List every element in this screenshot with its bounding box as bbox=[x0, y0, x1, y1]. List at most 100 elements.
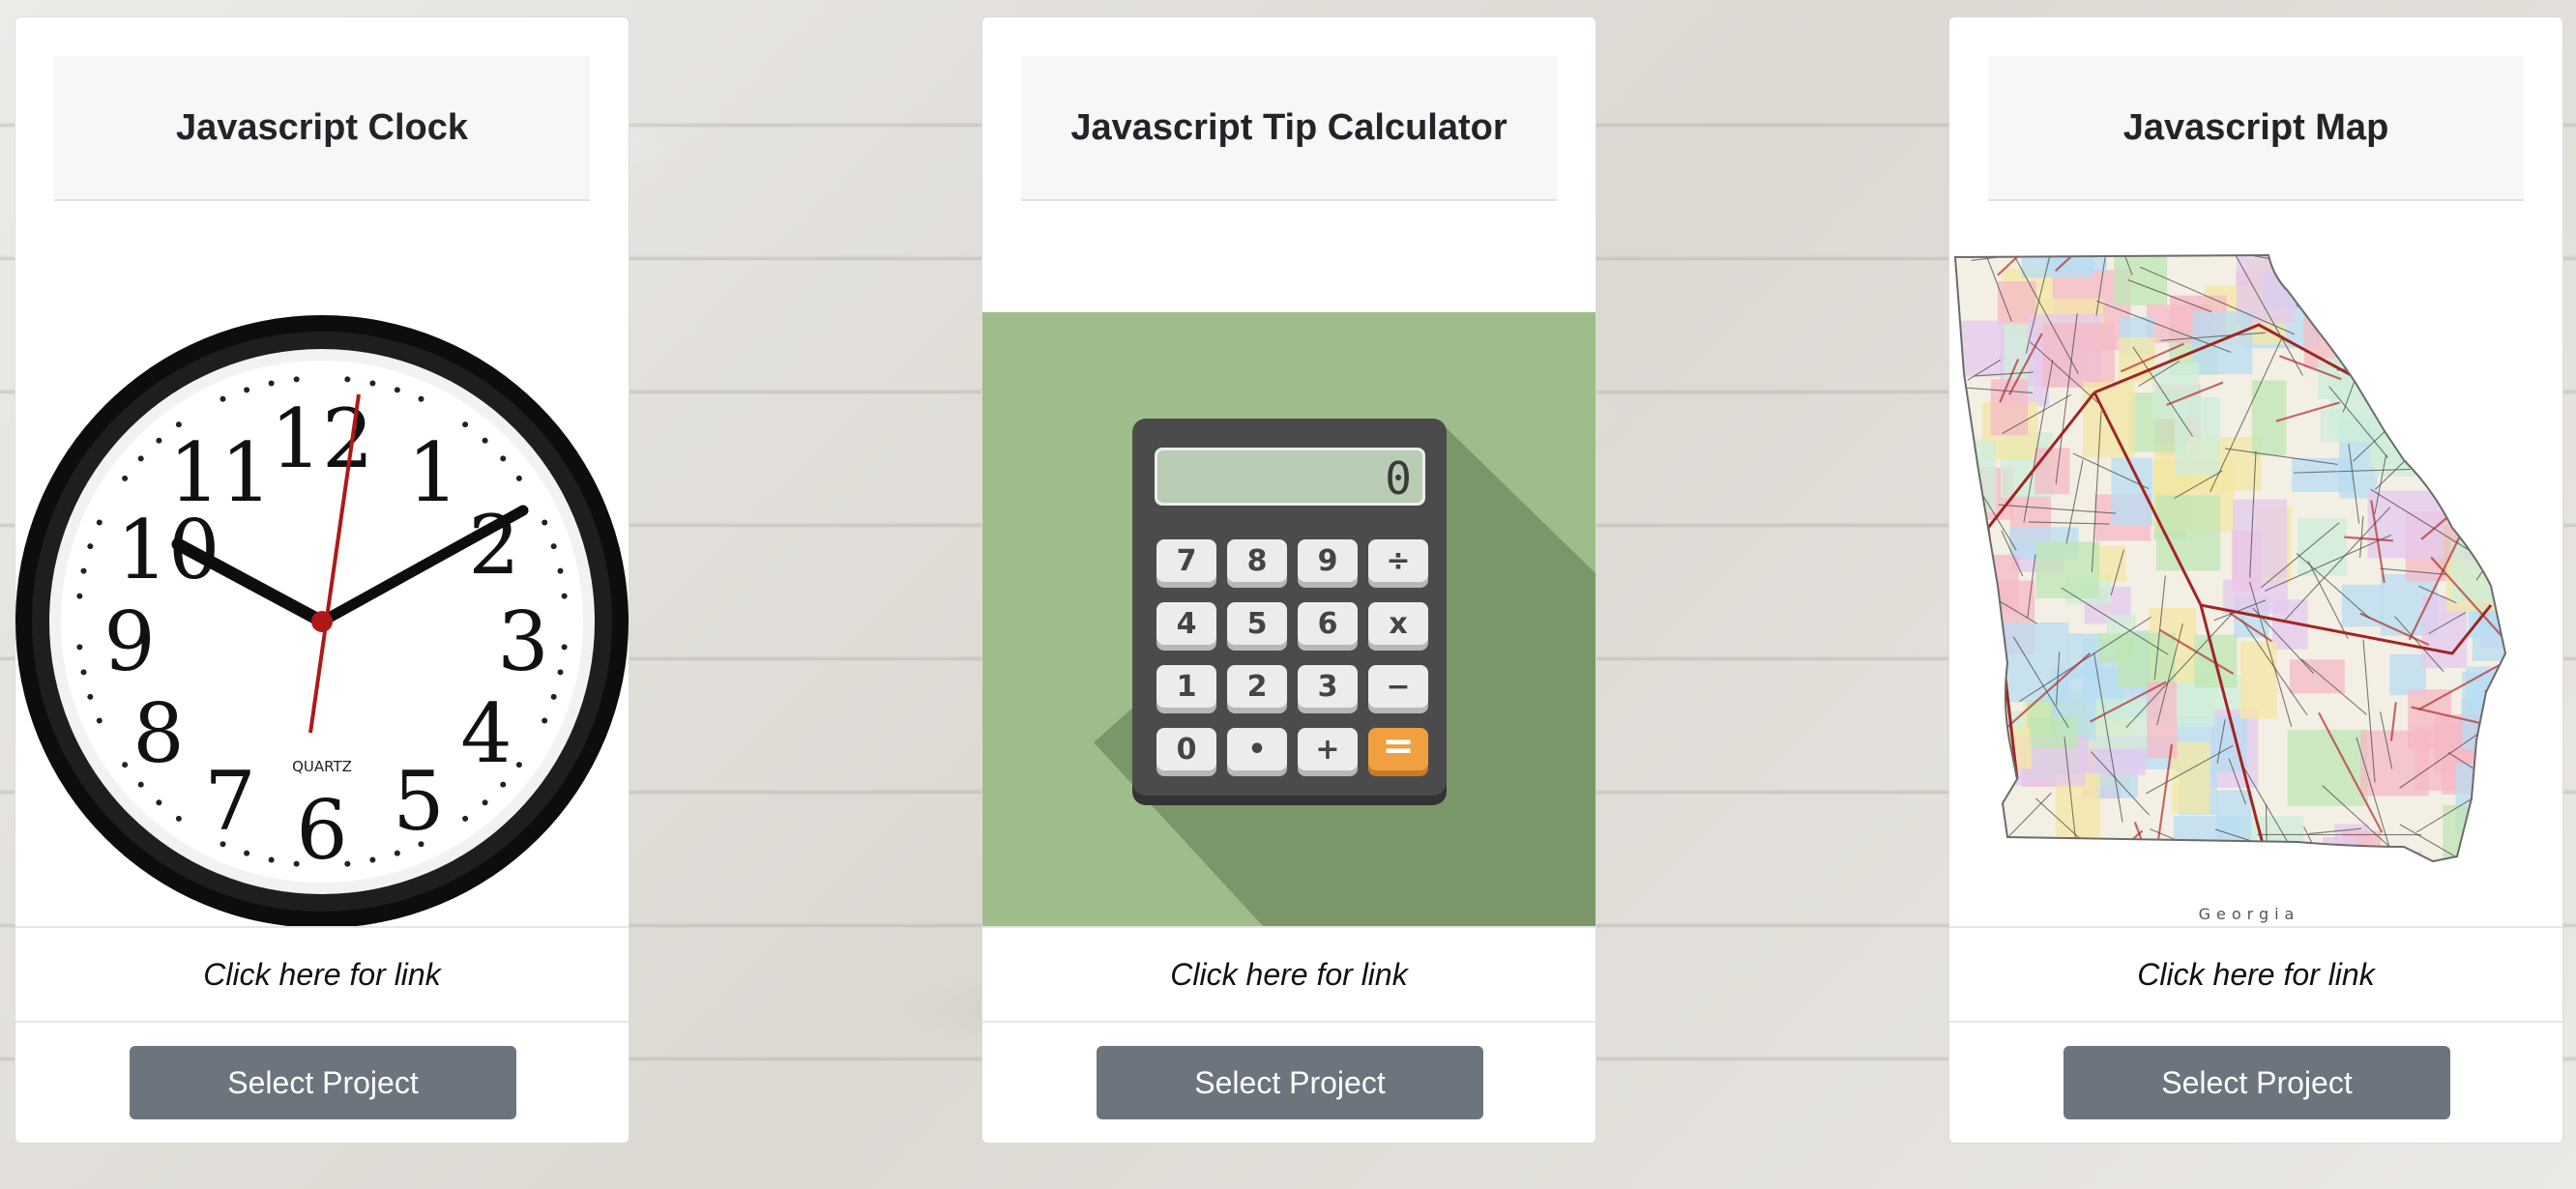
clock-minute-dot bbox=[76, 644, 83, 651]
map-county-patch bbox=[2328, 255, 2359, 282]
clock-minute-dot bbox=[244, 387, 250, 393]
map-county-patch bbox=[2524, 529, 2562, 589]
project-card-map: Javascript Map Georgia Click here for li… bbox=[1948, 16, 2563, 1144]
clock-minute-dot bbox=[515, 762, 522, 768]
clock-brand: QUARTZ bbox=[292, 758, 352, 775]
link-row: Click here for link bbox=[1949, 926, 2562, 1023]
map-county-patch bbox=[2035, 541, 2100, 599]
map-caption: Georgia bbox=[2199, 905, 2300, 923]
clock-icon: 12 1 2 3 4 5 6 7 8 9 10 11 QUARTZ bbox=[15, 315, 629, 926]
map-road bbox=[2408, 308, 2424, 355]
calculator-key-label: • bbox=[1247, 733, 1266, 767]
clock-minute-dot bbox=[561, 593, 568, 599]
map-county-patch bbox=[2450, 542, 2505, 602]
map-county-patch bbox=[2207, 847, 2246, 861]
clock-minute-dot bbox=[175, 815, 182, 822]
project-card-tip-calculator: Javascript Tip Calculator 0 7 8 9 ÷ 4 5 6 x 1 2 3 −… bbox=[981, 16, 1596, 1144]
map-county-patch bbox=[2464, 457, 2505, 500]
clock-minute-dot bbox=[268, 380, 275, 387]
map-county-patch bbox=[2233, 499, 2288, 579]
map-county-patch bbox=[2098, 632, 2135, 664]
map-county-patch bbox=[2239, 641, 2277, 719]
calculator-key-label: 4 bbox=[1177, 607, 1197, 641]
calculator-key-label: x bbox=[1389, 607, 1407, 641]
map-road bbox=[2326, 857, 2377, 861]
select-project-button[interactable]: Select Project bbox=[130, 1046, 516, 1119]
clock-numeral: 5 bbox=[393, 754, 444, 849]
clock-numeral: 4 bbox=[460, 686, 512, 781]
map-county-patch bbox=[2030, 717, 2078, 748]
clock-minute-dot bbox=[96, 717, 102, 724]
map-road bbox=[2410, 238, 2423, 247]
map-county-patch bbox=[2529, 246, 2559, 287]
map-county-patch bbox=[2406, 870, 2441, 924]
clock-minute-dot bbox=[550, 543, 557, 550]
map-county-patch bbox=[2510, 747, 2562, 789]
map-county-patch bbox=[2456, 344, 2486, 419]
map-county-patch bbox=[2034, 448, 2070, 495]
project-link[interactable]: Click here for link bbox=[1170, 957, 1407, 993]
clock-minute-dot bbox=[87, 693, 94, 700]
map-county-patch bbox=[2443, 804, 2505, 861]
map-road bbox=[2336, 358, 2425, 371]
map-county-patch bbox=[2485, 524, 2505, 578]
map-county-patch bbox=[2359, 255, 2402, 282]
select-project-button[interactable]: Select Project bbox=[1097, 1046, 1483, 1119]
calculator-key-label: 5 bbox=[1247, 607, 1268, 641]
map-road bbox=[2342, 272, 2395, 413]
map-road bbox=[2447, 377, 2505, 432]
calculator-key-label: − bbox=[1386, 670, 1410, 704]
clock-minute-dot bbox=[344, 376, 351, 383]
clock-minute-dot bbox=[122, 762, 129, 768]
map-county-patch bbox=[2500, 431, 2505, 496]
card-header: Javascript Map bbox=[1988, 56, 2524, 201]
map-road bbox=[2334, 276, 2487, 308]
calculator-key-label: 7 bbox=[1177, 544, 1197, 578]
project-link[interactable]: Click here for link bbox=[203, 957, 440, 993]
map-county-patch bbox=[2192, 310, 2253, 375]
clock-minute-dot bbox=[462, 815, 469, 822]
link-row: Click here for link bbox=[982, 926, 1595, 1023]
map-road bbox=[2410, 255, 2421, 275]
map-road bbox=[2348, 304, 2505, 321]
map-county-patch bbox=[1966, 554, 2019, 614]
calculator-key-label: 9 bbox=[1318, 544, 1338, 578]
map-road bbox=[2363, 256, 2437, 340]
calculator-key-label: ÷ bbox=[1386, 544, 1410, 578]
map-road bbox=[1960, 872, 2106, 900]
map-county-patch bbox=[2490, 259, 2505, 340]
clock-minute-dot bbox=[369, 380, 376, 387]
clock-minute-dot bbox=[96, 519, 102, 526]
clock-numeral: 9 bbox=[103, 594, 155, 689]
clock-minute-dot bbox=[500, 781, 507, 788]
map-road bbox=[2474, 747, 2505, 793]
calculator-key-label: 1 bbox=[1177, 670, 1197, 704]
map-road bbox=[2432, 353, 2503, 481]
clock-minute-dot bbox=[137, 781, 144, 788]
map-road bbox=[2525, 476, 2562, 510]
select-project-button[interactable]: Select Project bbox=[2064, 1046, 2450, 1119]
calculator-key-label: 2 bbox=[1247, 670, 1268, 704]
clock-minute-dot bbox=[542, 519, 548, 526]
map-county-patch bbox=[2503, 445, 2505, 501]
map-road bbox=[2035, 238, 2083, 243]
map-county-patch bbox=[2292, 457, 2355, 492]
map-county-patch bbox=[2034, 857, 2067, 861]
calculator-icon: 0 7 8 9 ÷ 4 5 6 x 1 2 3 − 0 • + = bbox=[982, 312, 1595, 926]
clock-minute-dot bbox=[462, 421, 469, 428]
clock-minute-dot bbox=[156, 437, 162, 444]
map-county-patch bbox=[2517, 241, 2551, 304]
clock-minute-dot bbox=[268, 856, 275, 863]
project-link[interactable]: Click here for link bbox=[2137, 957, 2374, 993]
clock-minute-dot bbox=[482, 799, 488, 806]
card-header: Javascript Clock bbox=[54, 56, 590, 201]
clock-minute-dot bbox=[156, 799, 162, 806]
map-road bbox=[2372, 255, 2396, 307]
map-county-patch bbox=[2042, 323, 2116, 388]
map-road bbox=[2217, 238, 2317, 250]
clock-minute-dot bbox=[369, 856, 376, 863]
map-county-patch bbox=[2517, 635, 2560, 677]
clock-minute-dot bbox=[394, 387, 400, 393]
link-row: Click here for link bbox=[15, 926, 629, 1023]
clock-minute-dot bbox=[561, 644, 568, 651]
